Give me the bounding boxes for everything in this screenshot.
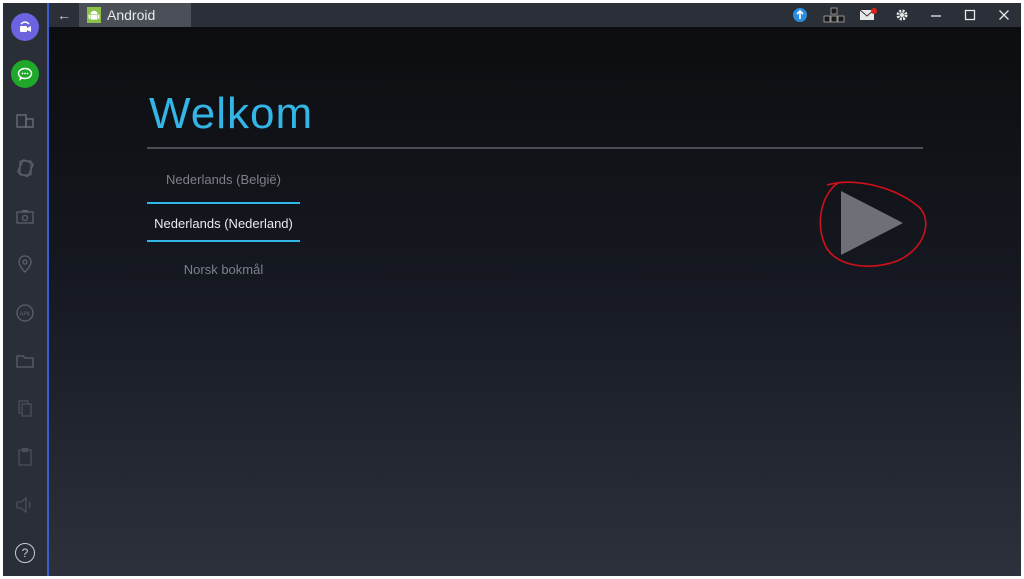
android-icon xyxy=(87,7,101,23)
back-arrow-icon[interactable]: ← xyxy=(49,3,79,27)
paste-icon[interactable] xyxy=(10,442,40,472)
next-button[interactable] xyxy=(815,179,935,271)
multi-window-icon[interactable] xyxy=(10,106,40,136)
page-title: Welkom xyxy=(149,89,314,138)
folder-icon[interactable] xyxy=(10,346,40,376)
update-icon[interactable] xyxy=(783,3,817,27)
maximize-icon[interactable] xyxy=(953,3,987,27)
video-call-icon[interactable] xyxy=(10,12,40,42)
selection-line-top xyxy=(147,202,300,204)
help-icon: ? xyxy=(15,543,35,563)
play-arrow-icon xyxy=(841,191,903,255)
tab-android[interactable]: Android xyxy=(79,3,191,27)
sidebar: APK ? xyxy=(3,3,49,576)
volume-icon[interactable] xyxy=(10,490,40,520)
copy-icon[interactable] xyxy=(10,394,40,424)
language-option[interactable]: Nederlands (België) xyxy=(147,172,300,187)
title-bar: ← Android xyxy=(49,3,1021,27)
tab-label: Android xyxy=(107,7,156,23)
keyboard-icon[interactable] xyxy=(817,3,851,27)
chat-icon[interactable] xyxy=(10,59,40,89)
app-window: APK ? ← Android Welkom Nederlands (Belgi… xyxy=(3,3,1021,576)
location-icon[interactable] xyxy=(10,249,40,279)
window-controls xyxy=(783,3,1021,27)
gear-icon[interactable] xyxy=(885,3,919,27)
apk-icon[interactable]: APK xyxy=(10,298,40,328)
language-option[interactable]: Norsk bokmål xyxy=(147,262,300,277)
svg-text:APK: APK xyxy=(20,312,31,318)
close-icon[interactable] xyxy=(987,3,1021,27)
minimize-icon[interactable] xyxy=(919,3,953,27)
mail-icon[interactable] xyxy=(851,3,885,27)
title-divider xyxy=(147,147,923,149)
selection-line-bottom xyxy=(147,240,300,242)
help-button[interactable]: ? xyxy=(10,538,40,568)
language-option-selected[interactable]: Nederlands (Nederland) xyxy=(147,216,300,231)
rotate-icon[interactable] xyxy=(10,153,40,183)
screenshot-icon[interactable] xyxy=(10,202,40,232)
android-screen: Welkom Nederlands (België) Nederlands (N… xyxy=(49,27,1021,576)
